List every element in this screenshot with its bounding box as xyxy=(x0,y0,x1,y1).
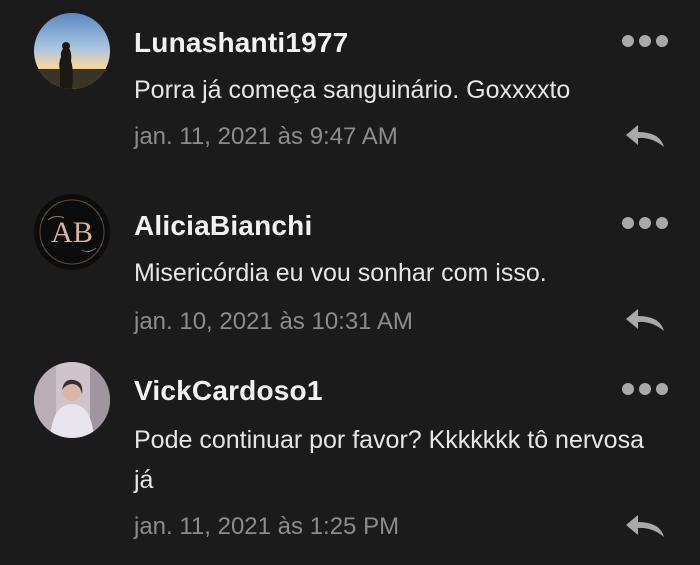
avatar[interactable] xyxy=(34,13,110,89)
more-options-icon[interactable] xyxy=(622,217,668,231)
avatar-image xyxy=(34,362,110,438)
avatar[interactable]: AB xyxy=(34,194,110,270)
comment-item: VickCardoso1 Pode continuar por favor? K… xyxy=(0,360,700,565)
timestamp: jan. 11, 2021 às 1:25 PM xyxy=(134,513,400,540)
reply-icon[interactable] xyxy=(624,307,666,333)
comment-item: Lunashanti1977 Porra já começa sanguinár… xyxy=(0,0,700,180)
avatar-logo: AB xyxy=(35,195,109,269)
username[interactable]: Lunashanti1977 xyxy=(134,27,348,59)
svg-text:AB: AB xyxy=(51,216,93,249)
username[interactable]: AliciaBianchi xyxy=(134,210,312,242)
avatar[interactable] xyxy=(34,362,110,438)
comment-text: Porra já começa sanguinário. Goxxxxto xyxy=(134,76,571,104)
comment-text: Pode continuar por favor? Kkkkkkk tô ner… xyxy=(134,426,644,494)
reply-icon[interactable] xyxy=(624,123,666,149)
comment-text: Misericórdia eu vou sonhar com isso. xyxy=(134,259,547,287)
more-options-icon[interactable] xyxy=(622,35,668,49)
username[interactable]: VickCardoso1 xyxy=(134,375,323,407)
comment-item: AB AliciaBianchi Misericórdia eu vou son… xyxy=(0,180,700,360)
reply-icon[interactable] xyxy=(624,513,666,539)
timestamp: jan. 11, 2021 às 9:47 AM xyxy=(134,123,398,150)
avatar-image xyxy=(34,13,110,89)
more-options-icon[interactable] xyxy=(622,383,668,397)
timestamp: jan. 10, 2021 às 10:31 AM xyxy=(134,308,413,335)
comment-feed: Lunashanti1977 Porra já começa sanguinár… xyxy=(0,0,700,565)
